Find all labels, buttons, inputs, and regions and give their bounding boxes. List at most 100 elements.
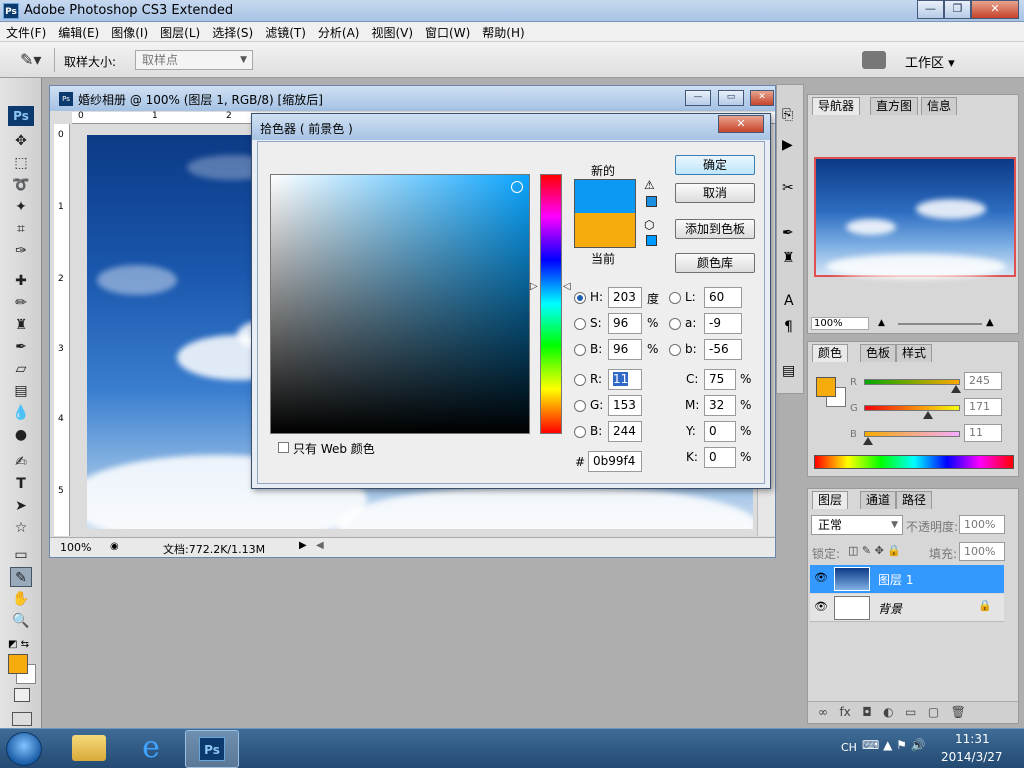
magic-wand-tool-icon[interactable]: ✦ xyxy=(10,197,32,217)
navigator-zoom-field[interactable]: 100% xyxy=(811,317,869,330)
bridge-icon[interactable] xyxy=(862,51,886,69)
dodge-tool-icon[interactable]: ● xyxy=(10,425,32,445)
taskbar-photoshop-button[interactable]: Ps xyxy=(185,730,239,768)
notes-tool-icon[interactable]: ▭ xyxy=(10,545,32,565)
sample-size-select[interactable]: 取样点 ▼ xyxy=(135,50,253,70)
brushes-panel-icon[interactable]: ✒ xyxy=(782,225,794,241)
hex-input[interactable]: 0b99f4 xyxy=(588,451,642,472)
hue-slider-right-arrow-icon[interactable]: ◁ xyxy=(563,281,571,292)
brush-tool-icon[interactable]: ✏ xyxy=(10,293,32,313)
shape-tool-icon[interactable]: ☆ xyxy=(10,518,32,538)
tab-styles[interactable]: 样式 xyxy=(896,344,933,362)
add-to-swatches-button[interactable]: 添加到色板 xyxy=(675,219,755,239)
visibility-eye-icon[interactable]: 👁 xyxy=(814,600,828,613)
minimize-button[interactable]: — xyxy=(917,0,944,19)
zoom-level[interactable]: 100% xyxy=(60,541,91,554)
cancel-button[interactable]: 取消 xyxy=(675,183,755,203)
workspace-button[interactable]: 工作区 ▾ xyxy=(905,52,955,71)
lab-b-input[interactable]: -56 xyxy=(704,339,742,360)
gamut-swatch[interactable] xyxy=(646,196,657,207)
menu-analysis[interactable]: 分析(A) xyxy=(312,22,366,41)
screen-mode-icon[interactable] xyxy=(12,712,32,726)
tab-navigator[interactable]: 导航器 xyxy=(812,97,861,115)
layers-footer-icons[interactable]: ∞ fx ◘ ◐ ▭ ▢ 🗑 xyxy=(808,701,1018,723)
gamut-warning-icon[interactable]: ⚠ xyxy=(644,178,655,192)
navigator-thumbnail[interactable] xyxy=(814,157,1016,279)
doc-minimize-button[interactable]: — xyxy=(685,90,711,106)
lock-options-icon[interactable]: ◫ ✎ ✥ 🔒 xyxy=(848,544,901,557)
lasso-tool-icon[interactable]: ➰ xyxy=(10,175,32,195)
foreground-color-swatch[interactable] xyxy=(8,654,28,674)
menu-window[interactable]: 窗口(W) xyxy=(419,22,476,41)
green-radio[interactable] xyxy=(574,400,586,412)
tab-info[interactable]: 信息 xyxy=(921,97,958,115)
gradient-tool-icon[interactable]: ▤ xyxy=(10,381,32,401)
current-color-swatch[interactable] xyxy=(575,213,635,247)
opacity-input[interactable]: 100% xyxy=(959,515,1005,534)
move-tool-icon[interactable]: ✥ xyxy=(10,131,32,151)
yellow-input[interactable]: 0 xyxy=(704,421,736,442)
brightness-input[interactable]: 96 xyxy=(608,339,642,360)
green-slider-thumb[interactable] xyxy=(923,411,934,419)
color-ramp[interactable] xyxy=(814,455,1014,469)
green-channel-slider[interactable] xyxy=(864,405,960,411)
red-radio[interactable] xyxy=(574,374,586,386)
hue-input[interactable]: 203 xyxy=(608,287,642,308)
color-panel-foreground-swatch[interactable] xyxy=(816,377,836,397)
saturation-brightness-field[interactable] xyxy=(270,174,530,434)
tool-presets-icon[interactable]: ✂ xyxy=(782,180,794,196)
tab-color[interactable]: 颜色 xyxy=(812,344,849,362)
tab-swatches[interactable]: 色板 xyxy=(860,344,897,362)
tray-icons[interactable]: ⌨ ▲ ⚑ 🔊 xyxy=(862,738,926,752)
navigator-zoom-slider[interactable] xyxy=(898,323,982,325)
green-channel-value[interactable]: 171 xyxy=(964,398,1002,416)
crop-tool-icon[interactable]: ⌗ xyxy=(10,219,32,239)
blue-slider-thumb[interactable] xyxy=(862,437,873,445)
pen-tool-icon[interactable]: ✍ xyxy=(10,452,32,472)
saturation-input[interactable]: 96 xyxy=(608,313,642,334)
lab-a-radio[interactable] xyxy=(669,318,681,330)
doc-close-button[interactable]: ✕ xyxy=(750,90,774,106)
eyedropper-tool-preset-icon[interactable]: ✎▾ xyxy=(20,50,41,69)
clone-stamp-tool-icon[interactable]: ♜ xyxy=(10,315,32,335)
zoom-tool-icon[interactable]: 🔍 xyxy=(10,611,32,631)
eraser-tool-icon[interactable]: ▱ xyxy=(10,359,32,379)
menu-image[interactable]: 图像(I) xyxy=(105,22,154,41)
start-button-icon[interactable] xyxy=(6,732,42,766)
layer-comps-icon[interactable]: ▤ xyxy=(782,363,795,379)
lab-b-radio[interactable] xyxy=(669,344,681,356)
file-explorer-icon[interactable] xyxy=(72,735,106,761)
ok-button[interactable]: 确定 xyxy=(675,155,755,175)
default-colors-icon[interactable]: ◩ ⇆ xyxy=(8,639,29,650)
magenta-input[interactable]: 32 xyxy=(704,395,736,416)
zoom-in-icon[interactable]: ▲ xyxy=(986,317,994,328)
menu-filter[interactable]: 滤镜(T) xyxy=(259,22,312,41)
web-safe-swatch[interactable] xyxy=(646,235,657,246)
status-info-icon[interactable]: ◉ xyxy=(110,541,119,552)
eyedropper-tool-icon[interactable]: ✎ xyxy=(10,567,32,587)
color-libraries-button[interactable]: 颜色库 xyxy=(675,253,755,273)
fill-input[interactable]: 100% xyxy=(959,542,1005,561)
tab-histogram[interactable]: 直方图 xyxy=(870,97,919,115)
status-menu-arrow-icon[interactable]: ▶ xyxy=(299,540,307,551)
hue-slider[interactable] xyxy=(540,174,562,434)
type-tool-icon[interactable]: T xyxy=(10,474,32,494)
blue-input[interactable]: 244 xyxy=(608,421,642,442)
internet-explorer-icon[interactable]: e xyxy=(132,731,170,765)
blue-channel-value[interactable]: 11 xyxy=(964,424,1002,442)
menu-layer[interactable]: 图层(L) xyxy=(154,22,206,41)
dialog-close-button[interactable]: ✕ xyxy=(718,115,764,133)
red-channel-value[interactable]: 245 xyxy=(964,372,1002,390)
red-channel-slider[interactable] xyxy=(864,379,960,385)
healing-brush-tool-icon[interactable]: ✚ xyxy=(10,271,32,291)
input-language[interactable]: CH xyxy=(841,741,857,754)
scroll-left-icon[interactable]: ◀ xyxy=(316,540,324,551)
lab-a-input[interactable]: -9 xyxy=(704,313,742,334)
blue-channel-slider[interactable] xyxy=(864,431,960,437)
tab-paths[interactable]: 路径 xyxy=(896,491,933,509)
red-input[interactable]: 11 xyxy=(608,369,642,390)
tab-channels[interactable]: 通道 xyxy=(860,491,897,509)
menu-help[interactable]: 帮助(H) xyxy=(476,22,530,41)
menu-edit[interactable]: 编辑(E) xyxy=(52,22,105,41)
visibility-eye-icon[interactable]: 👁 xyxy=(814,571,828,584)
